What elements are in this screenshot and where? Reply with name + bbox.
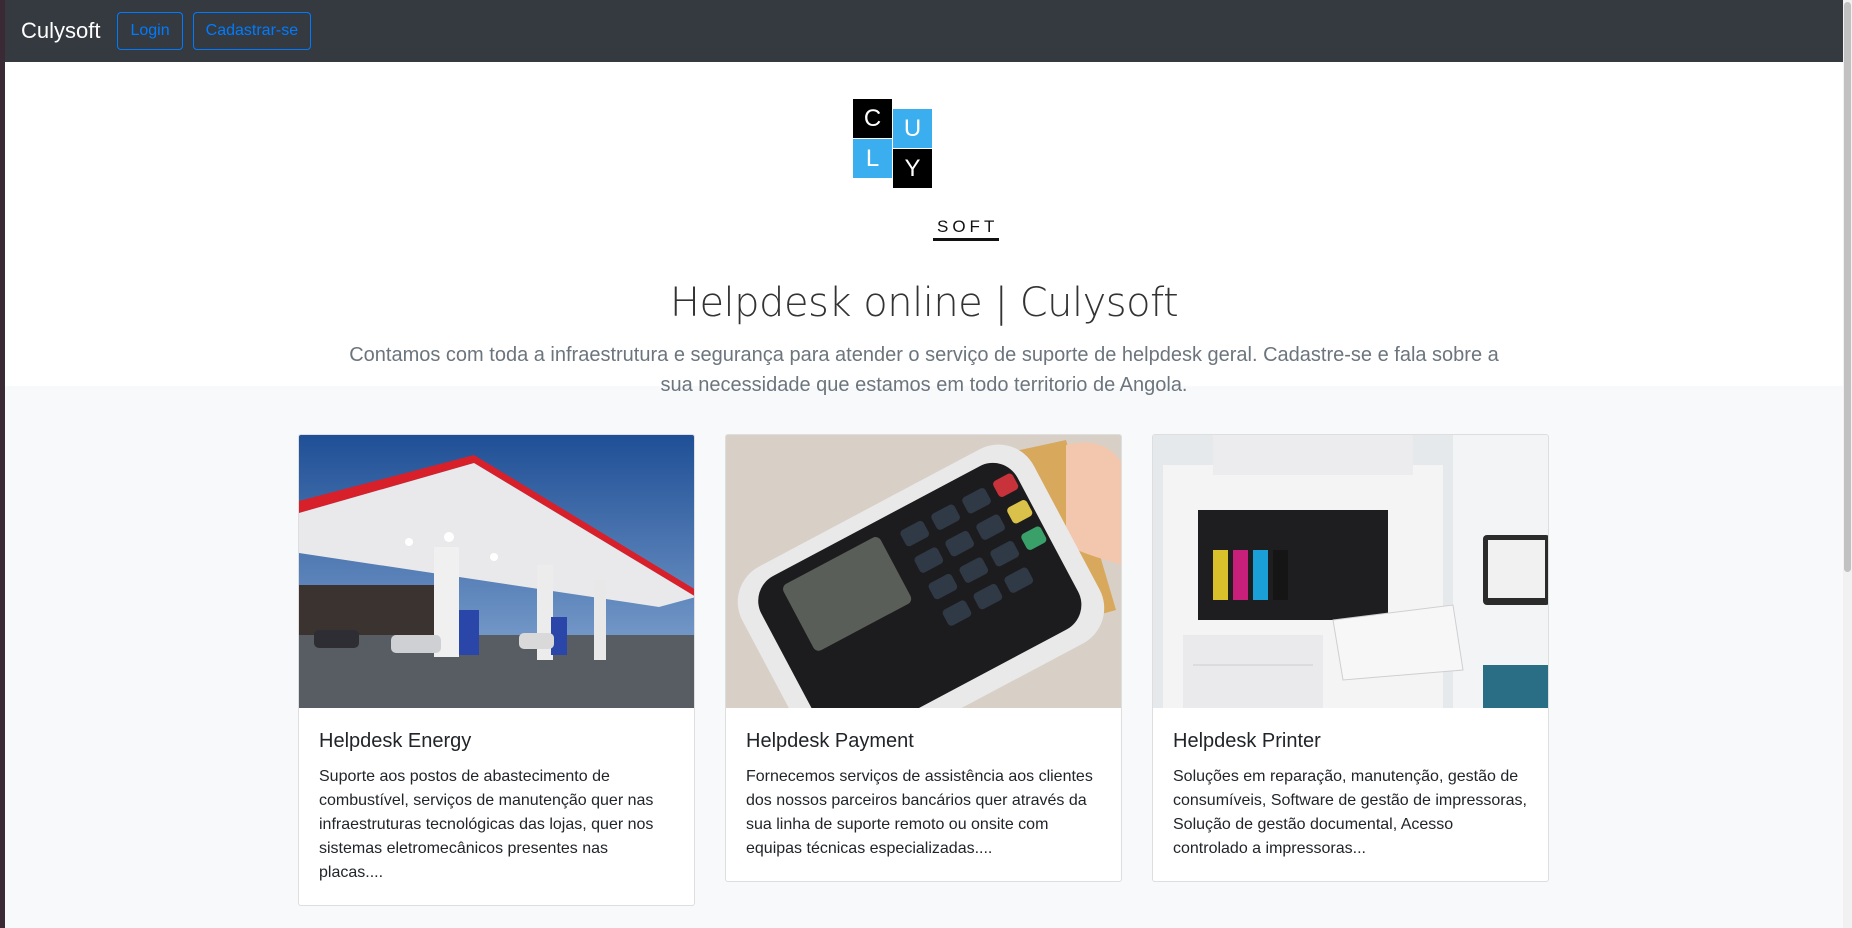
logo-letter-c: C (853, 99, 892, 138)
card-body: Helpdesk Energy Suporte aos postos de ab… (299, 708, 694, 905)
page: Culysoft Login Cadastrar-se C U L Y SOFT… (5, 0, 1843, 928)
page-title: Helpdesk online | Culysoft (669, 280, 1179, 326)
navbar-brand[interactable]: Culysoft (21, 18, 100, 44)
card-title: Helpdesk Printer (1173, 730, 1321, 752)
signup-button[interactable]: Cadastrar-se (192, 12, 312, 50)
logo-letter-u: U (893, 109, 932, 148)
hero-lead: Contamos com toda a infraestrutura e seg… (349, 344, 1499, 396)
hero-section: C U L Y SOFT Helpdesk online | Culysoft … (5, 62, 1843, 396)
card-image-payment-terminal (726, 435, 1121, 708)
card-body: Helpdesk Printer Soluções em reparação, … (1153, 708, 1548, 881)
card-text: Suporte aos postos de abastecimento de c… (319, 768, 654, 881)
card-title: Helpdesk Energy (319, 730, 472, 752)
card-body: Helpdesk Payment Fornecemos serviços de … (726, 708, 1121, 881)
card-printer[interactable]: Helpdesk Printer Soluções em reparação, … (1152, 434, 1549, 882)
card-image-printer (1153, 435, 1548, 708)
culysoft-logo: C U L Y SOFT (853, 99, 999, 254)
vertical-scrollbar[interactable] (1843, 0, 1852, 928)
logo-soft: SOFT (937, 217, 999, 236)
card-title: Helpdesk Payment (746, 730, 914, 752)
logo-underline (933, 238, 999, 241)
card-text: Soluções em reparação, manutenção, gestã… (1173, 768, 1527, 857)
card-energy[interactable]: Helpdesk Energy Suporte aos postos de ab… (298, 434, 695, 906)
logo-letter-y: Y (893, 149, 932, 188)
card-text: Fornecemos serviços de assistência aos c… (746, 768, 1093, 857)
card-payment[interactable]: Helpdesk Payment Fornecemos serviços de … (725, 434, 1122, 882)
logo-letter-l: L (853, 139, 892, 178)
scrollbar-thumb[interactable] (1844, 2, 1851, 572)
login-button[interactable]: Login (117, 12, 183, 50)
navbar: Culysoft Login Cadastrar-se (5, 0, 1843, 62)
card-image-gas-station (299, 435, 694, 708)
